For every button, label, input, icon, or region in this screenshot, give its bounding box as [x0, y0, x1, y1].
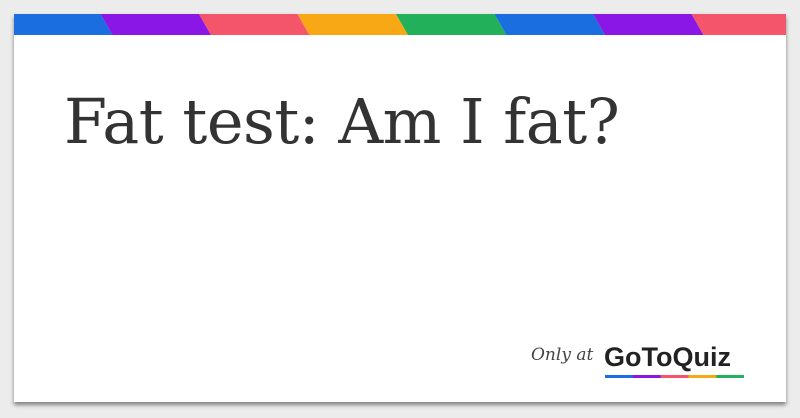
brand-prefix: Only at — [531, 345, 594, 365]
logo-rainbow-underline — [605, 375, 744, 378]
brand-badge: Only at GoToQuiz — [529, 339, 749, 381]
underline-segment — [605, 375, 634, 378]
stripe-segment — [199, 14, 310, 35]
rainbow-stripe-bar — [14, 14, 786, 35]
stripe-segment — [14, 14, 113, 35]
stripe-segment — [297, 14, 408, 35]
stripe-segment — [691, 14, 786, 35]
stripe-segment — [494, 14, 605, 35]
underline-segment — [632, 375, 662, 378]
gotoquiz-logo: GoToQuiz — [604, 342, 731, 372]
underline-segment — [688, 375, 717, 378]
stripe-segment — [396, 14, 507, 35]
stripe-segment — [593, 14, 704, 35]
underline-segment — [660, 375, 689, 378]
quiz-title: Fat test: Am I fat? — [64, 85, 620, 158]
share-card: Fat test: Am I fat? Only at GoToQuiz — [14, 14, 786, 402]
stripe-segment — [100, 14, 211, 35]
underline-segment — [716, 375, 744, 378]
